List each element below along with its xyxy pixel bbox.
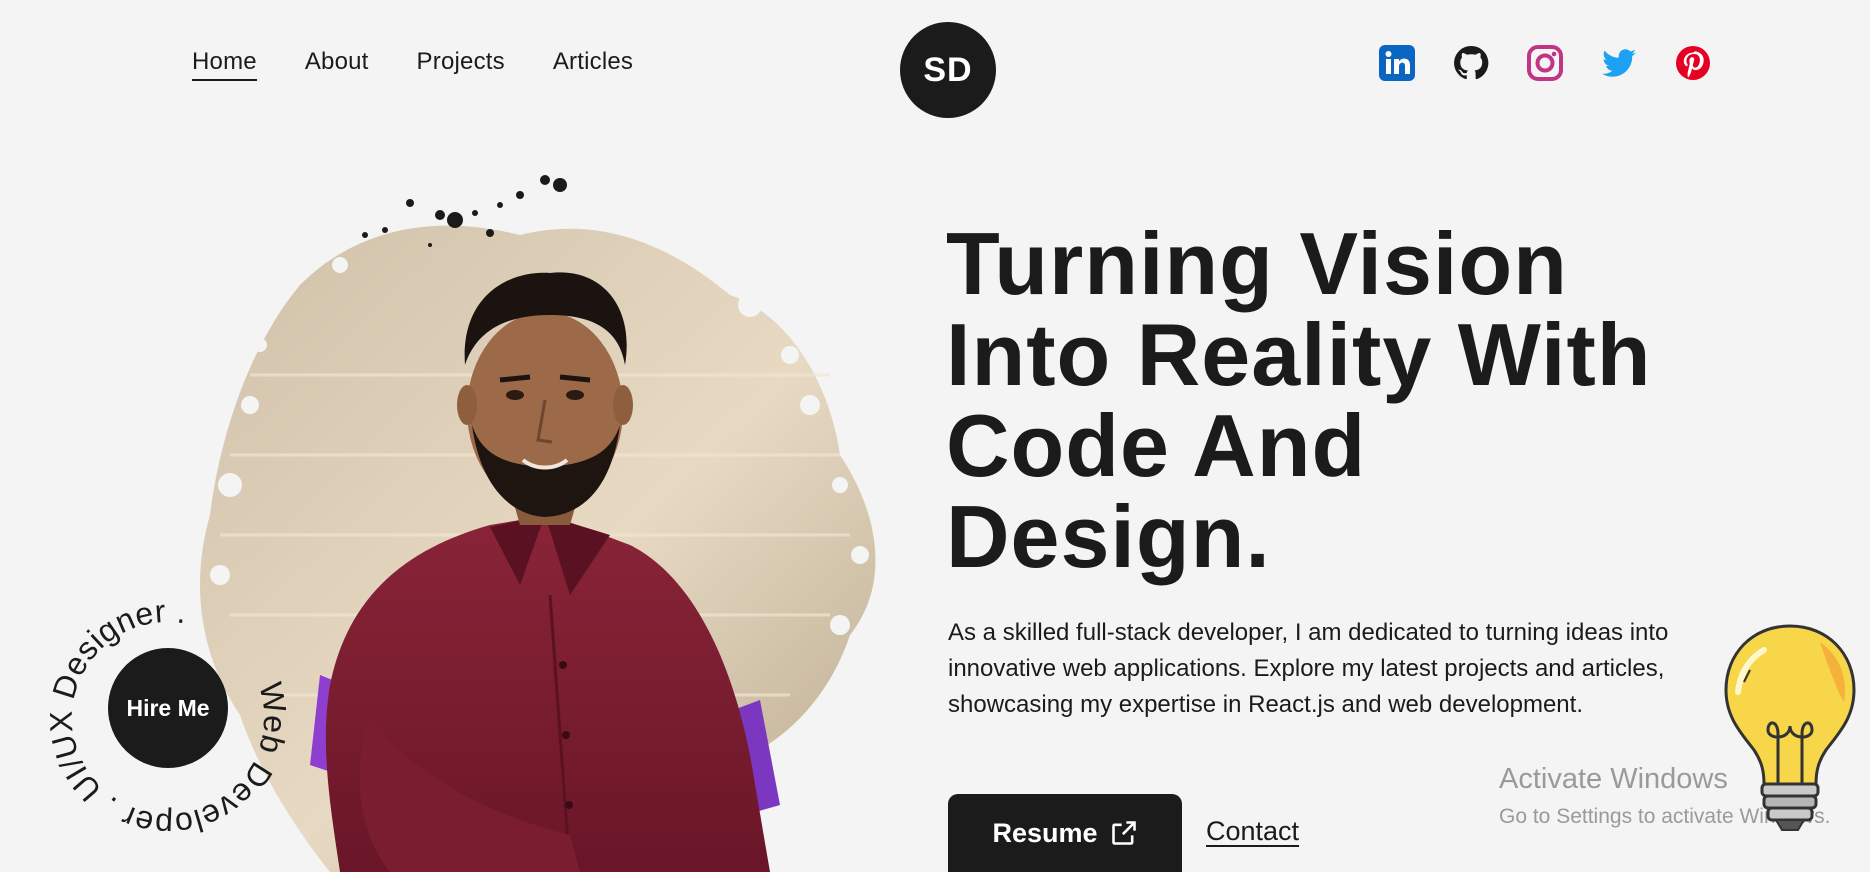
- nav-link-home[interactable]: Home: [192, 48, 257, 81]
- portrait-illustration: [200, 175, 876, 872]
- hero-headline: Turning Vision Into Reality With Code An…: [946, 214, 1652, 586]
- external-link-icon: [1111, 821, 1136, 845]
- instagram-icon[interactable]: [1526, 44, 1564, 82]
- social-links: [1378, 44, 1712, 82]
- site-logo[interactable]: SD: [900, 22, 996, 118]
- nav-link-about[interactable]: About: [305, 48, 369, 76]
- twitter-icon[interactable]: [1600, 44, 1638, 82]
- profile-portrait: [190, 155, 950, 872]
- contact-link[interactable]: Contact: [1206, 816, 1299, 847]
- github-icon[interactable]: [1452, 44, 1490, 82]
- pinterest-icon[interactable]: [1674, 44, 1712, 82]
- hire-me-badge: Web Developer . UI/UX Designer . Hire Me: [50, 600, 286, 836]
- lightbulb-icon: [1720, 622, 1860, 832]
- top-navigation: Home About Projects Articles SD: [0, 0, 1870, 130]
- nav-link-projects[interactable]: Projects: [417, 48, 505, 76]
- hero-intro: As a skilled full-stack developer, I am …: [948, 619, 1669, 718]
- resume-label: Resume: [992, 817, 1098, 848]
- resume-button[interactable]: Resume: [948, 794, 1182, 872]
- nav-links: Home About Projects Articles: [192, 48, 633, 81]
- linkedin-icon[interactable]: [1378, 44, 1416, 82]
- hire-me-button[interactable]: Hire Me: [108, 648, 228, 768]
- nav-link-articles[interactable]: Articles: [553, 48, 633, 76]
